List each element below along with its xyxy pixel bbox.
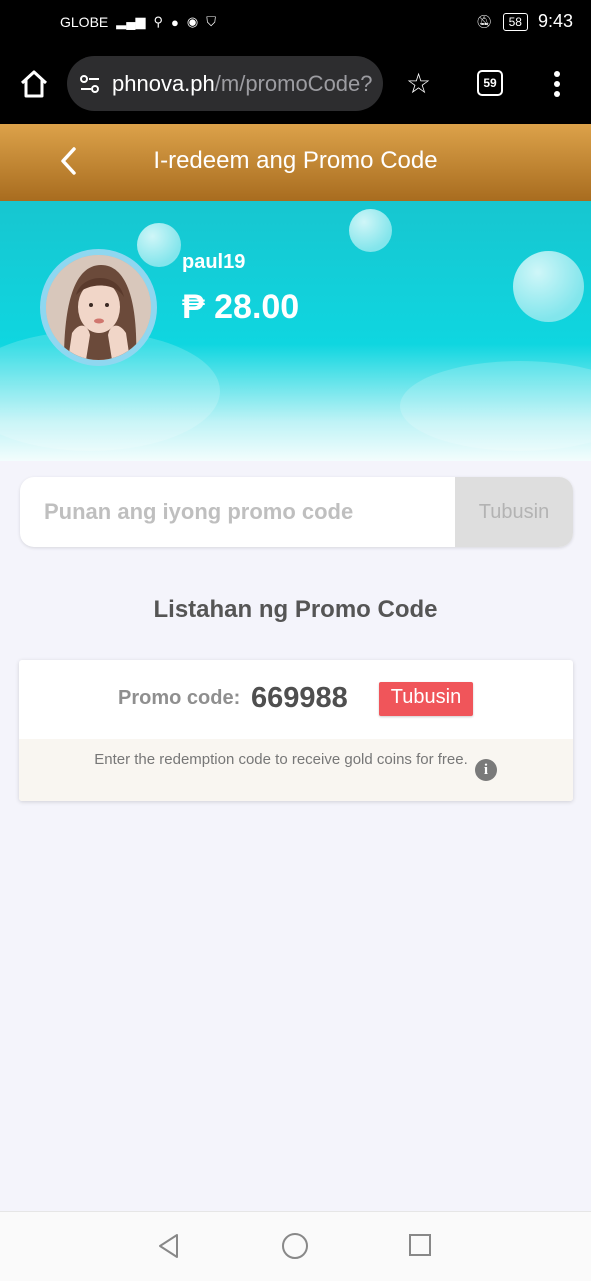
url-path: /m/promoCode? bbox=[214, 71, 373, 96]
nav-back-icon[interactable] bbox=[155, 1232, 183, 1260]
promo-note-text: Enter the redemption code to receive gol… bbox=[94, 751, 468, 768]
avatar bbox=[40, 249, 157, 366]
promo-note-area: Enter the redemption code to receive gol… bbox=[19, 739, 573, 801]
shield-icon: ⛉ bbox=[206, 14, 216, 29]
decor-bubble bbox=[513, 251, 584, 322]
nav-recents-icon[interactable] bbox=[409, 1234, 431, 1256]
decor-bubble bbox=[137, 223, 181, 267]
messenger-icon: ◉ bbox=[186, 14, 199, 29]
bookmark-star-icon[interactable]: ☆ bbox=[406, 70, 431, 98]
url-domain: phnova.ph bbox=[112, 71, 215, 96]
battery-indicator: 58 bbox=[502, 12, 528, 31]
carrier-label: GLOBE bbox=[60, 14, 109, 30]
url-text: phnova.ph/m/promoCode? bbox=[112, 71, 373, 97]
username: paul19 bbox=[182, 251, 246, 273]
profile-banner: paul19 ₱ 28.00 bbox=[0, 201, 591, 461]
card-redeem-button[interactable]: Tubusin bbox=[379, 682, 473, 716]
clock: 9:43 bbox=[537, 11, 573, 31]
status-right: 🔕︎ 58 9:43 bbox=[476, 11, 573, 32]
decor-wave bbox=[400, 361, 591, 451]
chat-icon: ● bbox=[171, 14, 179, 30]
home-icon[interactable] bbox=[18, 68, 50, 100]
promo-code-input[interactable] bbox=[20, 477, 453, 547]
tab-count-button[interactable]: 59 bbox=[477, 70, 503, 96]
redeem-button[interactable]: Tubusin bbox=[455, 477, 573, 547]
promo-code-card: Promo code: 669988 Tubusin Enter the red… bbox=[19, 660, 573, 801]
promo-code-form: Tubusin bbox=[20, 477, 573, 547]
more-menu-icon[interactable] bbox=[548, 68, 566, 100]
system-nav-bar bbox=[0, 1211, 591, 1281]
promo-list-title: Listahan ng Promo Code bbox=[153, 596, 438, 623]
nav-home-icon[interactable] bbox=[282, 1233, 308, 1259]
avatar-photo bbox=[46, 255, 151, 360]
promo-code-label: Promo code: bbox=[118, 687, 241, 709]
page-title: I-redeem ang Promo Code bbox=[153, 147, 438, 174]
balance-amount: ₱ 28.00 bbox=[182, 288, 300, 326]
mute-icon: 🔕︎ bbox=[476, 13, 493, 29]
address-bar[interactable]: phnova.ph/m/promoCode? bbox=[67, 56, 383, 111]
info-icon[interactable]: i bbox=[475, 759, 497, 781]
search-icon: ⚲ bbox=[153, 14, 163, 29]
decor-bubble bbox=[349, 209, 392, 252]
status-bar: GLOBE ▂▄▆ ⚲ ● ◉ ⛉ 🔕︎ 58 9:43 bbox=[0, 0, 591, 46]
signal-icon: ▂▄▆ bbox=[116, 14, 146, 29]
promo-code-value: 669988 bbox=[251, 682, 348, 714]
site-settings-icon[interactable] bbox=[79, 73, 101, 95]
browser-toolbar: phnova.ph/m/promoCode? ☆ 59 bbox=[0, 46, 591, 124]
page-header: I-redeem ang Promo Code bbox=[0, 124, 591, 201]
status-left: GLOBE ▂▄▆ ⚲ ● ◉ ⛉ bbox=[60, 14, 216, 30]
